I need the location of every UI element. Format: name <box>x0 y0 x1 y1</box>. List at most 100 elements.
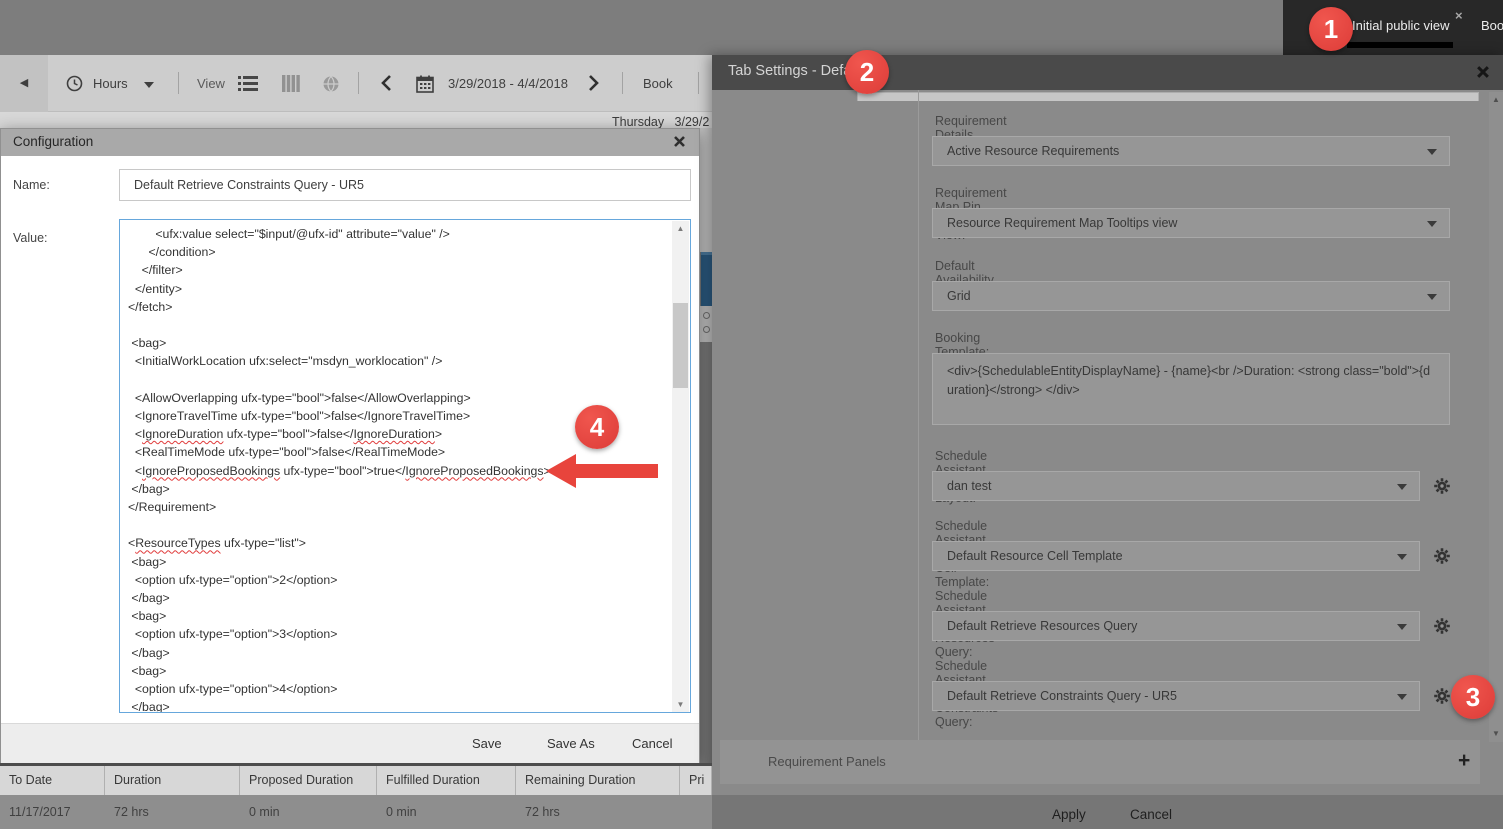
date-range-label[interactable]: 3/29/2018 - 4/4/2018 <box>448 76 568 91</box>
view-label: View <box>197 76 225 91</box>
cell: 0 min <box>240 795 377 829</box>
scroll-up-icon[interactable]: ▲ <box>672 221 689 237</box>
schedule-assistant-resource-cell-template-gear-icon[interactable] <box>1432 546 1452 566</box>
scroll-down-icon[interactable]: ▼ <box>672 697 689 713</box>
grid-header-row: To DateDurationProposed DurationFulfille… <box>0 766 712 795</box>
close-icon[interactable] <box>673 135 686 153</box>
annotation-badge-3: 3 <box>1451 675 1495 719</box>
cell <box>680 795 712 829</box>
clock-icon[interactable] <box>66 75 83 97</box>
column-header-proposed-duration[interactable]: Proposed Duration <box>240 766 377 795</box>
cell: 72 hrs <box>105 795 240 829</box>
selected-value: dan test <box>947 479 991 493</box>
book-button[interactable]: Book <box>643 76 673 91</box>
column-header-pri[interactable]: Pri <box>680 766 712 795</box>
requirements-grid: To DateDurationProposed DurationFulfille… <box>0 763 712 829</box>
annotation-arrow <box>540 450 660 492</box>
value-label: Value: <box>13 231 48 245</box>
tab-close-icon[interactable]: × <box>1455 8 1463 23</box>
column-view-icon[interactable] <box>282 75 300 97</box>
scroll-down-icon[interactable]: ▼ <box>1489 726 1503 742</box>
tab-settings-body: Requirement Details View:Active Resource… <box>712 90 1503 829</box>
toolbar-separator <box>622 72 623 94</box>
tab-settings-footer: Apply Cancel <box>712 795 1503 829</box>
default-availability-view-dropdown[interactable]: Grid <box>932 281 1450 311</box>
selected-value: Default Resource Cell Template <box>947 549 1123 563</box>
column-header-to-date[interactable]: To Date <box>0 766 105 795</box>
configuration-dialog-footer: Save Save As Cancel <box>1 723 699 763</box>
top-view-tab-bar: Initial public view × Boo <box>0 0 1503 55</box>
selected-value: Grid <box>947 289 971 303</box>
collapse-panel-icon[interactable]: ◀ <box>0 55 48 112</box>
schedule-board-toolbar: ◀ Hours View 3/29/2018 - 4/4/2018 Book <box>0 55 712 112</box>
requirement-panels-label: Requirement Panels <box>768 754 886 769</box>
save-as-button[interactable]: Save As <box>547 736 595 751</box>
chevron-down-icon <box>1397 484 1407 490</box>
screen: Initial public view × Boo ◀ Hours View <box>0 0 1503 829</box>
booking-block <box>701 252 712 306</box>
tab-next-partial[interactable]: Boo <box>1481 18 1503 33</box>
chevron-down-icon <box>1427 149 1437 155</box>
toolbar-separator <box>178 72 179 94</box>
resource-avatar-icon <box>703 312 710 319</box>
toolbar-separator <box>358 72 359 94</box>
schedule-assistant-retrieve-resources-query-dropdown[interactable]: Default Retrieve Resources Query <box>932 611 1420 641</box>
schedule-assistant-filter-layout-dropdown[interactable]: dan test <box>932 471 1420 501</box>
ts-cancel-button[interactable]: Cancel <box>1130 807 1172 822</box>
schedule-assistant-resource-cell-template-dropdown[interactable]: Default Resource Cell Template <box>932 541 1420 571</box>
chevron-down-icon <box>1397 624 1407 630</box>
annotation-badge-1: 1 <box>1309 7 1353 51</box>
column-header-remaining-duration[interactable]: Remaining Duration <box>516 766 680 795</box>
grid-sliver <box>700 128 712 252</box>
apply-button[interactable]: Apply <box>1052 807 1086 822</box>
tab-settings-dialog: Tab Settings - Default Requirement Detai… <box>712 55 1503 829</box>
column-header-duration[interactable]: Duration <box>105 766 240 795</box>
grid-data-row[interactable]: 11/17/201772 hrs0 min0 min72 hrs <box>0 795 712 829</box>
close-icon[interactable] <box>1476 65 1490 84</box>
cell: 11/17/2017 <box>0 795 105 829</box>
tab-initial-public-view[interactable]: Initial public view <box>1352 18 1450 33</box>
next-dates-icon[interactable] <box>588 74 600 97</box>
booking-template-textarea[interactable]: <div>{SchedulableEntityDisplayName} - {n… <box>932 353 1450 425</box>
tab-settings-header: Tab Settings - Default <box>712 55 1503 90</box>
panel-divider <box>918 90 919 742</box>
annotation-badge-4: 4 <box>575 405 619 449</box>
add-panel-icon[interactable]: + <box>1458 749 1470 773</box>
schedule-assistant-retrieve-constraints-query-dropdown[interactable]: Default Retrieve Constraints Query - UR5 <box>932 681 1420 711</box>
selected-value: Default Retrieve Resources Query <box>947 619 1137 633</box>
hours-mode-button[interactable]: Hours <box>93 76 128 91</box>
chevron-down-icon <box>1397 694 1407 700</box>
calendar-icon[interactable] <box>416 75 434 98</box>
toolbar-separator <box>698 72 699 94</box>
annotation-badge-2: 2 <box>845 50 889 94</box>
selected-value: Default Retrieve Constraints Query - UR5 <box>947 689 1177 703</box>
cell: 0 min <box>377 795 516 829</box>
grid-sliver <box>700 306 712 342</box>
resource-avatar-icon <box>703 326 710 333</box>
schedule-assistant-filter-layout-gear-icon[interactable] <box>1432 476 1452 496</box>
active-tab-underline <box>1347 42 1453 48</box>
scrolled-field-edge <box>857 92 1479 101</box>
requirement-panels-section: Requirement Panels + <box>720 740 1480 784</box>
schedule-assistant-retrieve-constraints-query-gear-icon[interactable] <box>1432 686 1452 706</box>
dialog-scrollbar[interactable]: ▲ ▼ <box>1489 92 1503 742</box>
list-view-icon[interactable] <box>238 75 258 97</box>
save-button[interactable]: Save <box>472 736 502 751</box>
map-view-icon[interactable] <box>322 75 340 98</box>
previous-dates-icon[interactable] <box>380 74 392 97</box>
requirement-map-pin-tooltips-view-dropdown[interactable]: Resource Requirement Map Tooltips view <box>932 208 1450 238</box>
cancel-button[interactable]: Cancel <box>632 736 672 751</box>
configuration-dialog-header: Configuration <box>1 129 699 156</box>
day-column-header: Thursday 3/29/2 <box>612 115 709 129</box>
requirement-details-view-dropdown[interactable]: Active Resource Requirements <box>932 136 1450 166</box>
cell: 72 hrs <box>516 795 680 829</box>
hours-chevron-down-icon[interactable] <box>144 82 154 88</box>
schedule-assistant-retrieve-resources-query-gear-icon[interactable] <box>1432 616 1452 636</box>
textarea-scrollbar[interactable]: ▲ ▼ <box>672 221 689 713</box>
name-input[interactable]: Default Retrieve Constraints Query - UR5 <box>119 169 691 201</box>
scroll-up-icon[interactable]: ▲ <box>1489 92 1503 108</box>
chevron-down-icon <box>1427 221 1437 227</box>
background-sliver <box>700 128 712 763</box>
column-header-fulfilled-duration[interactable]: Fulfilled Duration <box>377 766 516 795</box>
scrollbar-thumb[interactable] <box>673 303 688 388</box>
